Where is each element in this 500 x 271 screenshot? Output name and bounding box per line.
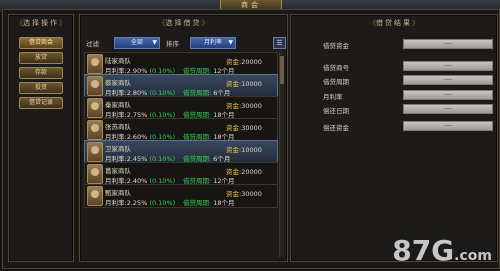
field-label: 月利率 <box>323 93 343 101</box>
field-value: ---- <box>403 90 493 100</box>
menu-button-borrow[interactable]: 借贷商会 <box>19 37 63 49</box>
action-panel: 《选择操作》 借贷商会 放贷 存款 投资 借贷记录 <box>8 14 74 262</box>
watermark-suffix: .com <box>454 248 492 264</box>
rate-change: (0.10%) <box>149 199 176 207</box>
loan-list-title-text: 选择借贷 <box>165 19 202 27</box>
merchant-portrait <box>87 98 103 118</box>
list-item[interactable]: 张苏商队 月利率:2.60% (0.10%) 资金:30000 借贷周期: 18… <box>84 118 278 142</box>
field-value: ---- <box>403 121 493 131</box>
merchant-portrait <box>87 186 103 206</box>
watermark-text: 87G <box>392 234 455 267</box>
field-value: ---- <box>403 75 493 85</box>
sort-select[interactable]: 月利率 ▼ <box>190 37 236 49</box>
list-item[interactable]: 秦家商队 月利率:2.75% (0.10%) 资金:30000 借贷周期: 18… <box>84 96 278 120</box>
merchant-name: 蔡家商队 <box>105 79 131 87</box>
period-label: 借贷周期: <box>183 199 212 207</box>
title-ornament-icon: 》 <box>201 19 209 27</box>
loan-period: 借贷周期: 18个月 <box>183 197 235 207</box>
menu-button-lend[interactable]: 放贷 <box>19 52 63 64</box>
filter-select-value: 全部 <box>130 39 143 46</box>
field-label: 借贷商号 <box>323 64 349 72</box>
grid-icon: ☰ <box>276 39 283 47</box>
title-ornament-icon: 《 <box>158 19 166 27</box>
loan-result-title: 《借贷结果》 <box>291 18 497 28</box>
field-label: 偿还日期 <box>323 107 349 115</box>
title-ornament-icon: 《 <box>369 19 376 27</box>
title-ornament-icon: 》 <box>412 19 419 27</box>
list-item[interactable]: 甄家商队 月利率:2.25% (0.10%) 资金:30000 借贷周期: 18… <box>84 184 278 208</box>
loan-list-title: 《选择借贷》 <box>80 18 287 28</box>
field-value: ---- <box>403 104 493 114</box>
sort-label: 排序 <box>166 40 179 48</box>
result-field-rate: 月利率 ---- <box>323 90 493 101</box>
merchant-name: 葛家商队 <box>105 167 131 175</box>
list-item[interactable]: 陆家商队 月利率:2.90% (0.10%) 资金:20000 借贷周期: 12… <box>84 52 278 76</box>
filter-label: 过滤 <box>86 40 99 48</box>
title-ornament-icon: 》 <box>59 19 66 27</box>
field-label: 偿还资金 <box>323 124 349 132</box>
merchant-name: 甄家商队 <box>105 189 131 197</box>
merchant-portrait <box>87 120 103 140</box>
result-field-repay-date: 偿还日期 ---- <box>323 104 493 115</box>
list-view-toggle-button[interactable]: ☰ <box>273 37 286 49</box>
field-label: 借贷周期 <box>323 78 349 86</box>
field-value: ---- <box>403 61 493 71</box>
site-watermark: 87G.com <box>392 234 492 267</box>
list-item[interactable]: 卫家商队 月利率:2.45% (0.10%) 资金:10000 借贷周期: 6个… <box>84 140 278 164</box>
list-item[interactable]: 蔡家商队 月利率:2.80% (0.10%) 资金:10000 借贷周期: 6个… <box>84 74 278 98</box>
list-scrollbar[interactable] <box>279 52 284 257</box>
merchant-portrait <box>87 76 103 96</box>
list-item[interactable]: 葛家商队 月利率:2.40% (0.10%) 资金:20000 借贷周期: 12… <box>84 162 278 186</box>
fund-value: 10000 <box>241 80 262 88</box>
menu-button-deposit[interactable]: 存款 <box>19 67 63 79</box>
loan-result-title-text: 借贷结果 <box>376 19 412 27</box>
fund-value: 10000 <box>241 146 262 154</box>
fund-value: 30000 <box>241 124 262 132</box>
fund-value: 20000 <box>241 168 262 176</box>
chevron-down-icon: ▼ <box>152 39 157 46</box>
merchant-name: 秦家商队 <box>105 101 131 109</box>
filter-select[interactable]: 全部 ▼ <box>114 37 160 49</box>
rate-value: 2.25% <box>126 199 148 207</box>
field-value: ---- <box>403 39 493 49</box>
fund: 资金:10000 <box>226 144 262 154</box>
menu-button-records[interactable]: 借贷记录 <box>19 97 63 109</box>
loan-list: 陆家商队 月利率:2.90% (0.10%) 资金:20000 借贷周期: 12… <box>84 52 278 257</box>
sort-select-value: 月利率 <box>203 39 222 46</box>
result-field-period: 借贷周期 ---- <box>323 75 493 86</box>
rate-label: 月利率: <box>105 199 127 207</box>
field-label: 借贷资金 <box>323 42 349 50</box>
result-field-repay-fund: 偿还资金 ---- <box>323 121 493 132</box>
merchant-name: 张苏商队 <box>105 123 131 131</box>
title-ornament-icon: 《 <box>16 19 23 27</box>
action-panel-title: 《选择操作》 <box>9 18 73 28</box>
chevron-down-icon: ▼ <box>228 39 233 46</box>
merchant-portrait <box>87 142 103 162</box>
result-field-merchant: 借贷商号 ---- <box>323 61 493 72</box>
result-field-loan-fund: 借贷资金 ---- <box>323 39 493 50</box>
monthly-rate: 月利率:2.25% (0.10%) <box>105 197 175 207</box>
fund-value: 30000 <box>241 190 262 198</box>
merchant-portrait <box>87 54 103 74</box>
menu-button-invest[interactable]: 投资 <box>19 82 63 94</box>
filter-row: 过滤 全部 ▼ 排序 月利率 ▼ ☰ <box>86 37 286 49</box>
merchant-name: 卫家商队 <box>105 145 131 153</box>
merchant-name: 陆家商队 <box>105 57 131 65</box>
loan-list-panel: 《选择借贷》 过滤 全部 ▼ 排序 月利率 ▼ ☰ 陆家商队 月利率:2.90%… <box>79 14 288 262</box>
fund-value: 20000 <box>241 58 262 66</box>
scrollbar-thumb[interactable] <box>280 56 284 84</box>
fund-value: 30000 <box>241 102 262 110</box>
period-value: 18个月 <box>213 199 235 207</box>
merchant-portrait <box>87 164 103 184</box>
fund: 资金:10000 <box>226 78 262 88</box>
action-panel-title-text: 选择操作 <box>23 19 59 27</box>
loan-result-panel: 《借贷结果》 借贷资金 ---- 借贷商号 ---- 借贷周期 ---- 月利率… <box>290 14 498 262</box>
